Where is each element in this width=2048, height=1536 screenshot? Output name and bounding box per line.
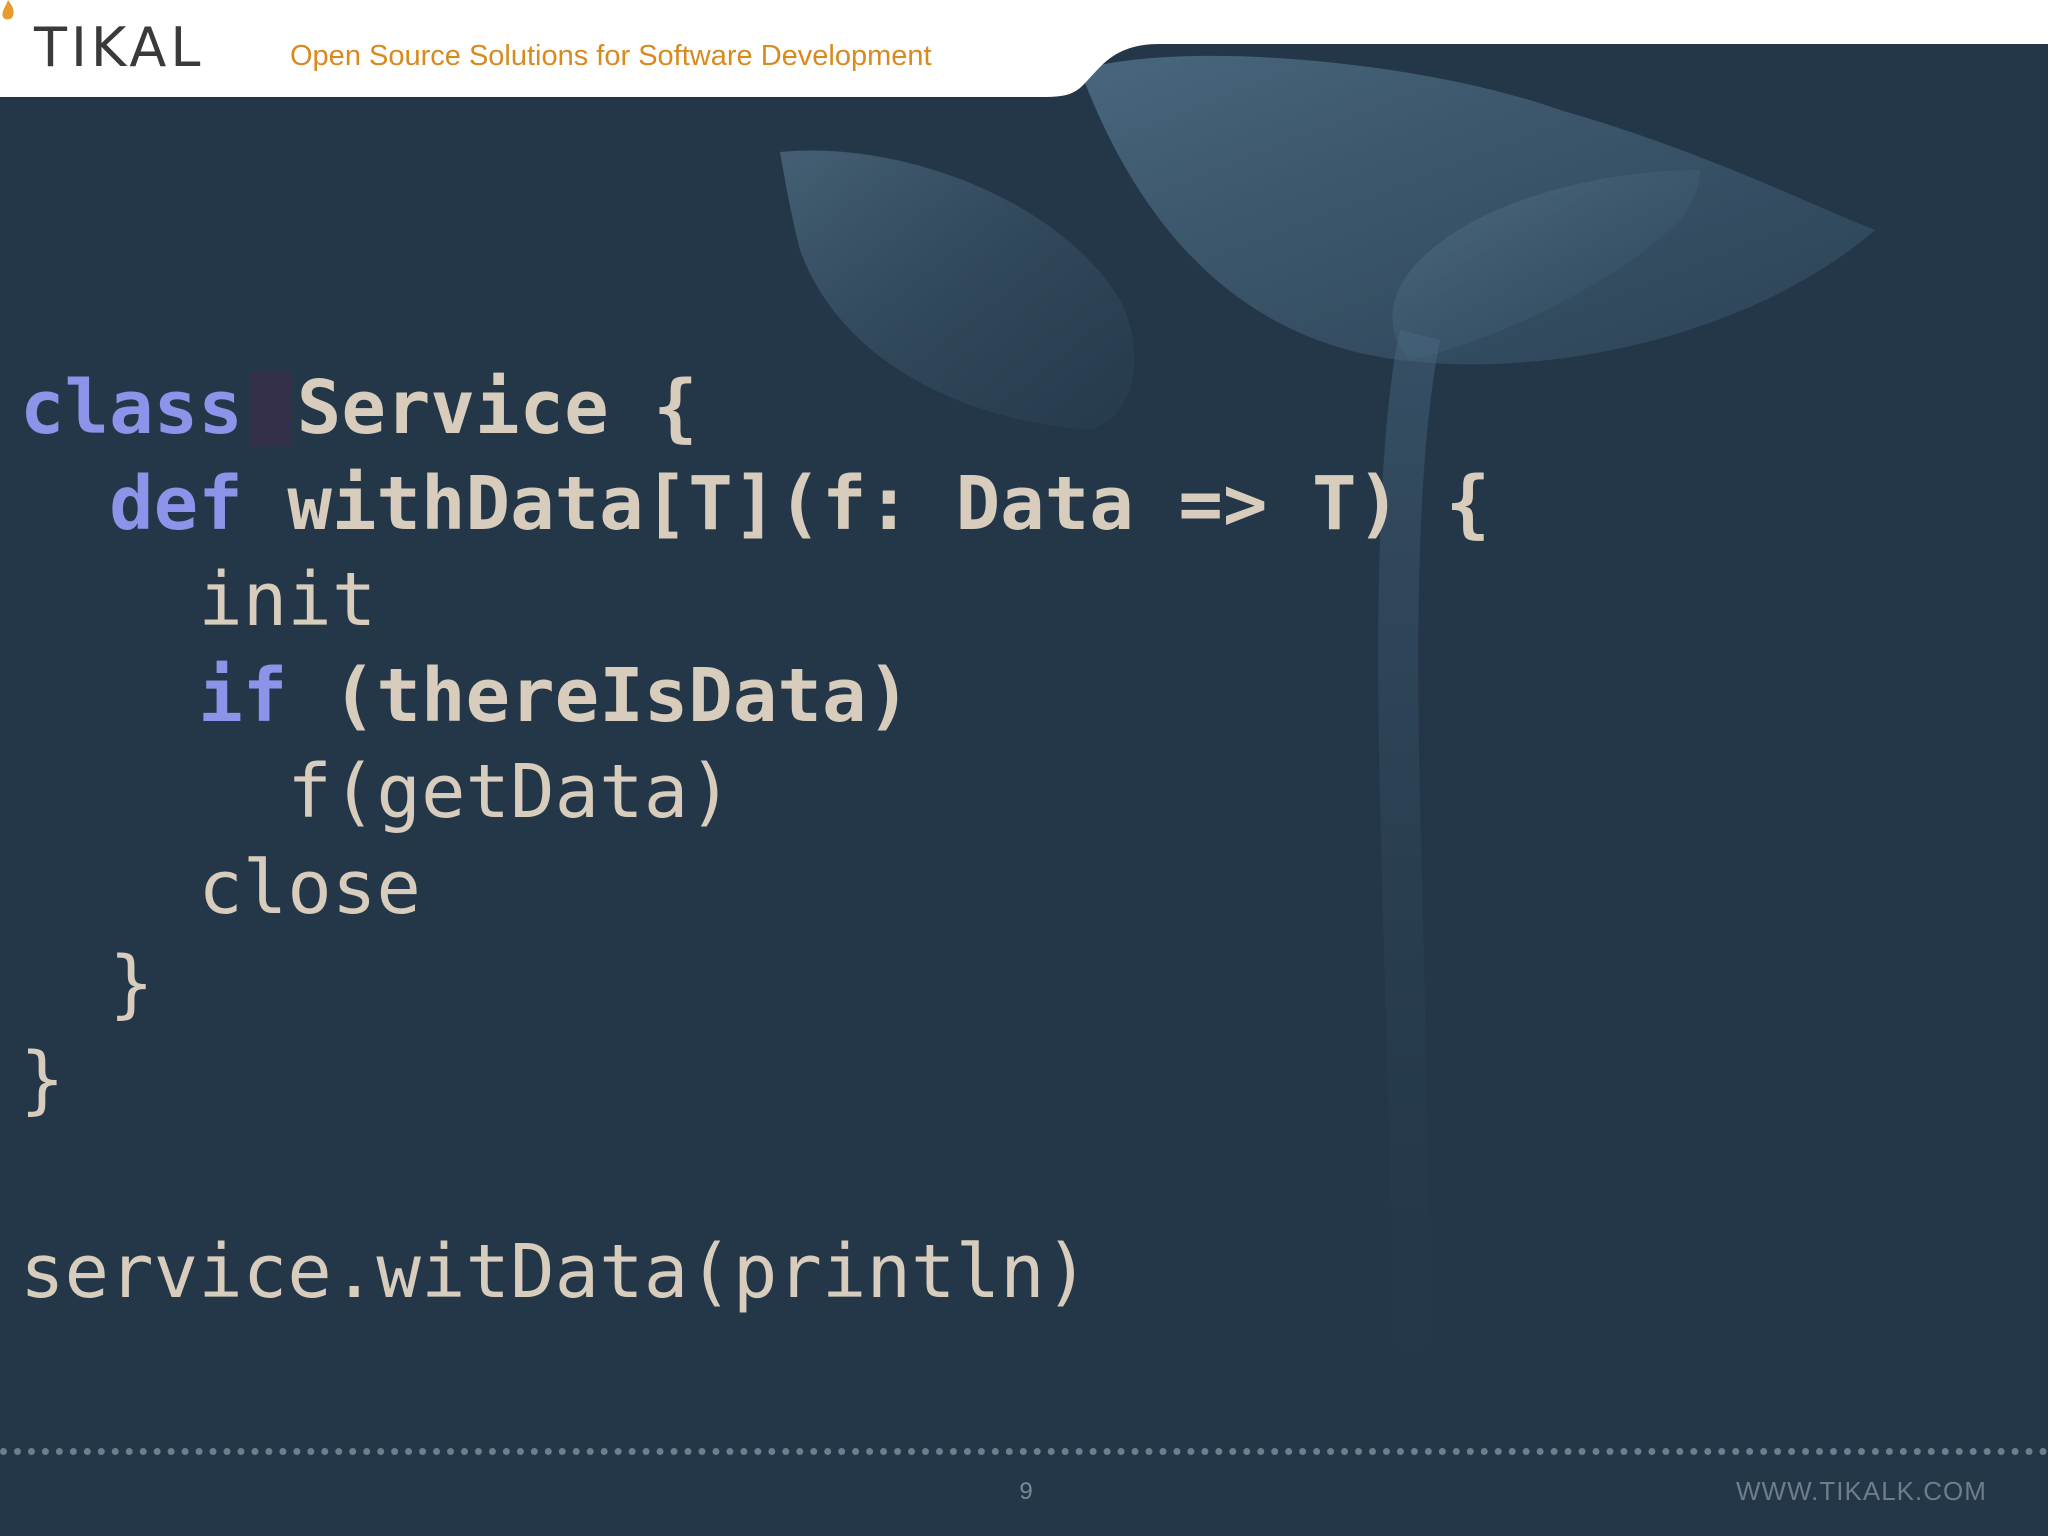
code-block: class Service { def withData[T](f: Data =… <box>20 360 1490 1320</box>
code-line-1: class Service { <box>20 360 1490 456</box>
keyword: if <box>198 653 288 739</box>
code-line-7: } <box>20 941 154 1027</box>
logo-text: TIKAL <box>34 16 205 79</box>
code-line-10: service.witData(println) <box>20 1229 1090 1315</box>
code-line-3: init <box>20 557 377 643</box>
page-number: 9 <box>1019 1478 1033 1505</box>
text-cursor <box>248 371 291 445</box>
code-line-8: } <box>20 1037 65 1123</box>
logo-flame-icon <box>2 0 14 20</box>
header-tagline: Open Source Solutions for Software Devel… <box>290 40 932 72</box>
footer-website: WWW.TIKALK.COM <box>1736 1476 1987 1506</box>
footer-divider <box>0 1448 2048 1455</box>
header-band: TIKAL Open Source Solutions for Software… <box>0 0 2048 97</box>
code-line-5: f(getData) <box>20 749 733 835</box>
code-line-2: def withData[T](f: Data => T) { <box>20 456 1490 552</box>
code-line-4: if (thereIsData) <box>20 648 1490 744</box>
keyword: def <box>109 461 243 547</box>
code-line-6: close <box>20 845 421 931</box>
keyword: class <box>20 365 243 451</box>
code-text: withData[T](f: Data => T) { <box>242 461 1491 547</box>
code-text: (thereIsData) <box>287 653 912 739</box>
code-text: Service { <box>296 365 698 451</box>
